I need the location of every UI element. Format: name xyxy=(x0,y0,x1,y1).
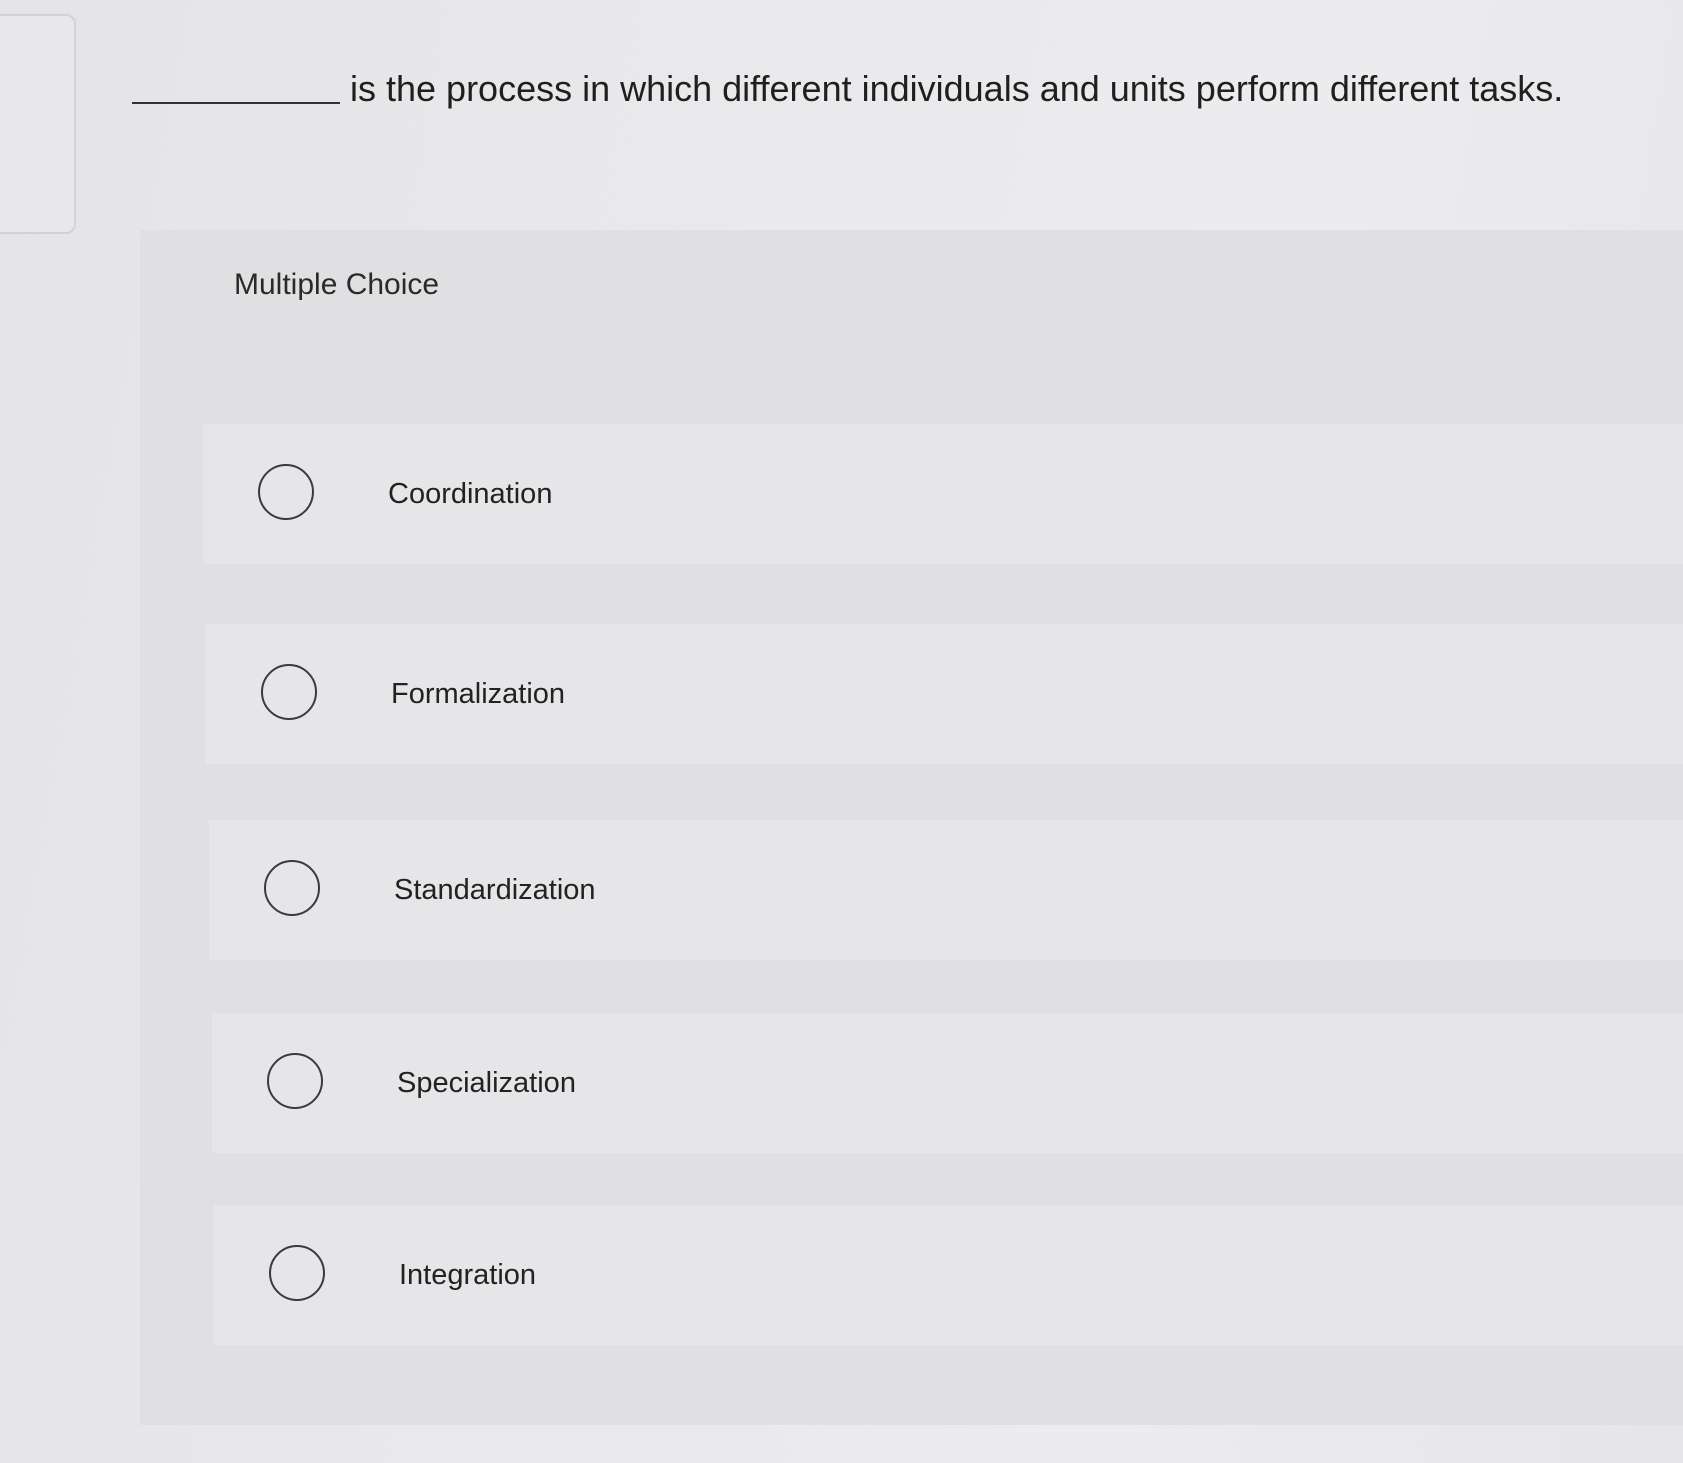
radio-button[interactable] xyxy=(261,664,317,720)
radio-button[interactable] xyxy=(258,464,314,520)
option-label: Integration xyxy=(399,1259,537,1291)
option-label: Coordination xyxy=(388,478,553,510)
option-integration[interactable]: Integration xyxy=(214,1205,1683,1345)
option-coordination[interactable]: Coordination xyxy=(203,424,1683,564)
question-prompt: is the process in which different indivi… xyxy=(132,62,1652,122)
answer-blank xyxy=(132,102,340,104)
option-standardization[interactable]: Standardization xyxy=(209,820,1683,960)
section-label: Multiple Choice xyxy=(234,268,440,301)
option-label: Specialization xyxy=(397,1067,576,1099)
option-formalization[interactable]: Formalization xyxy=(206,624,1683,764)
question-text: is the process in which different indivi… xyxy=(350,68,1564,109)
option-label: Standardization xyxy=(394,874,596,906)
option-specialization[interactable]: Specialization xyxy=(212,1013,1683,1153)
radio-button[interactable] xyxy=(269,1245,325,1301)
radio-button[interactable] xyxy=(264,860,320,916)
side-panel-tab xyxy=(0,14,76,234)
option-label: Formalization xyxy=(391,678,566,710)
radio-button[interactable] xyxy=(267,1053,323,1109)
